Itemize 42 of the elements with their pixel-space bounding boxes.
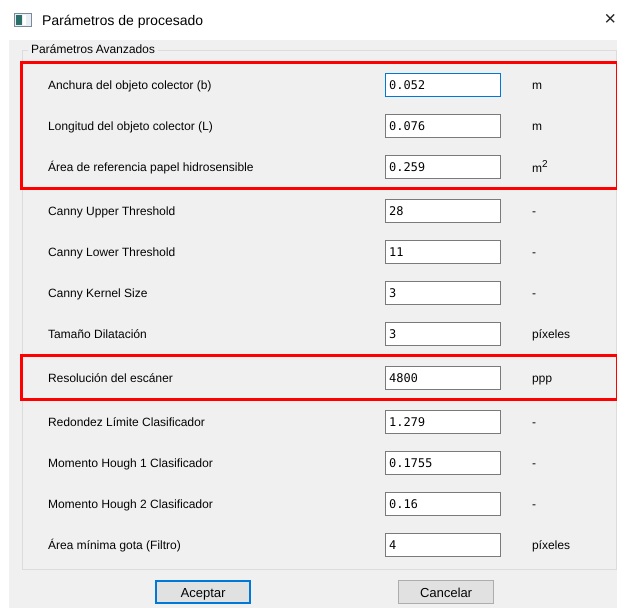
input-field[interactable]: 0.052	[385, 72, 501, 96]
input-field[interactable]: 3	[385, 322, 501, 346]
dialog-button[interactable]: Cancelar	[398, 580, 494, 604]
field-label: Tamaño Dilatación	[47, 326, 148, 340]
input-field[interactable]: 0.16	[385, 492, 501, 516]
unit-label: m	[532, 78, 542, 92]
field-label: Longitud del objeto colector (L)	[47, 118, 214, 132]
input-field[interactable]: 0.1755	[385, 450, 501, 474]
unit-label: -	[532, 286, 536, 300]
field-label: Momento Hough 2 Clasificador	[47, 496, 214, 510]
unit-label: -	[532, 244, 536, 258]
field-label: Área de referencia papel hidrosensible	[47, 160, 254, 174]
app-icon	[14, 13, 32, 27]
input-field[interactable]: 0.259	[385, 154, 501, 178]
unit-label: -	[532, 204, 536, 218]
field-label: Redondez Límite Clasificador	[47, 414, 206, 428]
unit-label: píxeles	[532, 538, 570, 552]
unit-label: -	[532, 456, 536, 470]
unit-label: -	[532, 414, 536, 428]
unit-label: píxeles	[532, 326, 570, 340]
input-field[interactable]: 4	[385, 532, 501, 556]
input-field[interactable]: 0.076	[385, 114, 501, 138]
field-label: Anchura del objeto colector (b)	[47, 78, 212, 92]
dialog-button[interactable]: Aceptar	[155, 580, 251, 604]
field-label: Área mínima gota (Filtro)	[47, 538, 182, 552]
group-title: Parámetros Avanzados	[28, 42, 158, 56]
unit-label: -	[532, 496, 536, 510]
field-label: Momento Hough 1 Clasificador	[47, 456, 214, 470]
unit-label: m	[532, 118, 542, 132]
input-field[interactable]: 1.279	[385, 410, 501, 434]
input-field[interactable]: 11	[385, 240, 501, 264]
field-label: Canny Kernel Size	[47, 286, 148, 300]
input-field[interactable]: 28	[385, 198, 501, 222]
close-button[interactable]: ×	[604, 9, 616, 29]
unit-label: ppp	[532, 370, 552, 384]
unit-label: m$^{2}$	[532, 158, 548, 174]
field-label: Resolución del escáner	[47, 370, 174, 384]
field-label: Canny Lower Threshold	[47, 244, 176, 258]
field-label: Canny Upper Threshold	[47, 204, 176, 218]
input-field[interactable]: 3	[385, 280, 501, 304]
input-field[interactable]: 4800	[385, 366, 501, 390]
window-title: Parámetros de procesado	[42, 12, 204, 28]
